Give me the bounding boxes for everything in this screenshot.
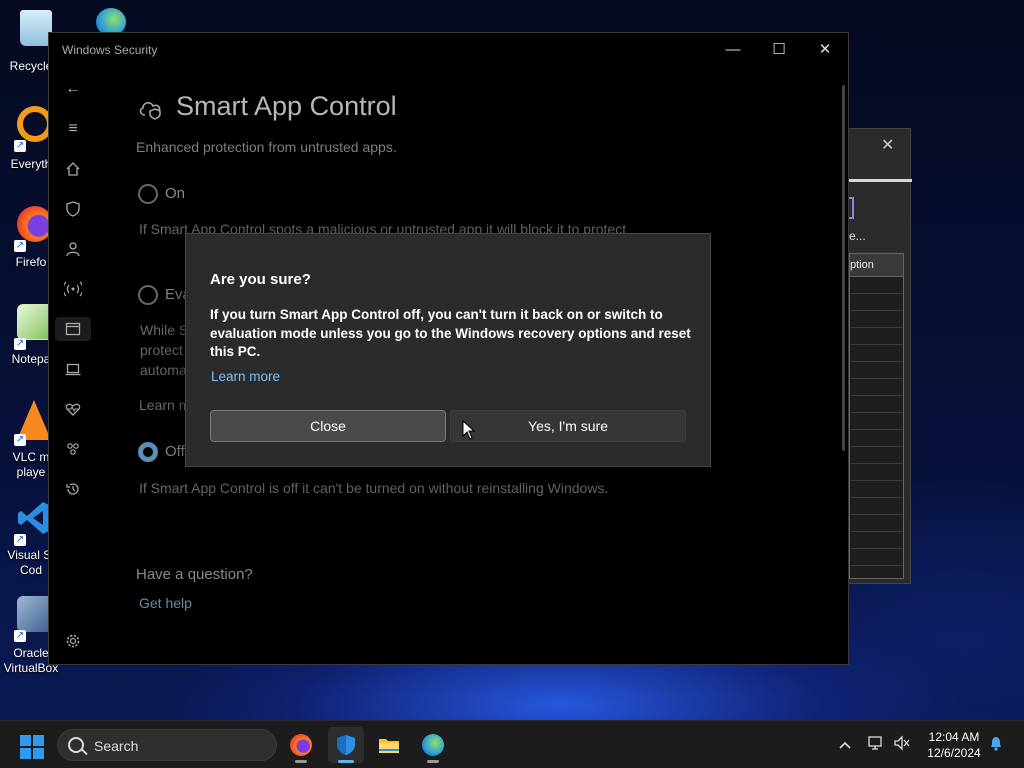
settings-gear-icon[interactable]: [61, 629, 85, 653]
network-monitor-icon[interactable]: [866, 735, 886, 755]
radio-on[interactable]: [138, 184, 158, 204]
running-indicator: [427, 760, 439, 763]
table-rows[interactable]: [849, 277, 904, 579]
search-icon: [68, 737, 84, 753]
close-button[interactable]: Close: [210, 410, 446, 442]
option-off-label: Off: [165, 443, 185, 460]
minimize-button[interactable]: —: [710, 33, 756, 67]
taskbar-app-network[interactable]: [415, 727, 451, 763]
radio-evaluation[interactable]: [138, 285, 158, 305]
close-icon[interactable]: ✕: [881, 135, 894, 155]
chevron-up-icon[interactable]: [835, 735, 855, 755]
firefox-icon: [290, 734, 312, 756]
system-clock[interactable]: 12:04 AM 12/6/2024: [920, 729, 988, 761]
running-indicator: [295, 760, 307, 763]
question-heading: Have a question?: [136, 566, 253, 583]
maximize-button[interactable]: ☐: [756, 33, 802, 67]
windows-security-icon: [337, 735, 355, 755]
cloud-shield-icon: [138, 96, 164, 120]
shield-icon[interactable]: [61, 197, 85, 221]
network-app-icon: [422, 734, 444, 756]
heart-pulse-icon[interactable]: [61, 397, 85, 421]
shortcut-arrow-icon: ↗: [14, 240, 26, 252]
window-title: Windows Security: [62, 43, 158, 57]
shortcut-arrow-icon: ↗: [14, 534, 26, 546]
title-bar[interactable]: Windows Security — ☐ ✕: [49, 33, 848, 67]
history-icon[interactable]: [61, 477, 85, 501]
learn-more-link[interactable]: Learn m: [139, 397, 190, 413]
shortcut-arrow-icon: ↗: [14, 630, 26, 642]
desktop-icon-browser[interactable]: [92, 4, 132, 36]
windows-logo-icon: [33, 735, 44, 746]
windows-logo-icon: [33, 748, 44, 759]
shortcut-arrow-icon: ↗: [14, 434, 26, 446]
shortcut-arrow-icon: ↗: [14, 140, 26, 152]
back-arrow-icon[interactable]: ←: [61, 77, 85, 101]
table-column-header[interactable]: ption: [849, 253, 904, 277]
wireless-icon[interactable]: [61, 277, 85, 301]
background-window-text: e...: [849, 229, 866, 243]
taskbar-app-firefox[interactable]: [283, 727, 319, 763]
clock-time: 12:04 AM: [928, 730, 980, 744]
family-icon[interactable]: [61, 437, 85, 461]
windows-logo-icon: [20, 735, 31, 746]
close-button[interactable]: ✕: [802, 33, 848, 67]
page-subtitle: Enhanced protection from untrusted apps.: [136, 139, 397, 155]
person-icon[interactable]: [61, 237, 85, 261]
search-label: Search: [94, 738, 139, 754]
laptop-icon[interactable]: [61, 357, 85, 381]
page-title: Smart App Control: [176, 91, 397, 121]
background-window[interactable]: ✕ e... ption: [845, 128, 912, 584]
dialog-learn-more-link[interactable]: Learn more: [211, 369, 280, 384]
shortcut-arrow-icon: ↗: [14, 338, 26, 350]
confirm-button[interactable]: Yes, I'm sure: [450, 410, 686, 442]
dialog-body: If you turn Smart App Control off, you c…: [210, 307, 691, 359]
running-indicator: [338, 760, 354, 763]
taskbar: Search 12:04 AM 12/6/2024: [0, 720, 1024, 768]
get-help-link[interactable]: Get help: [139, 595, 192, 611]
taskbar-app-windows-security[interactable]: [328, 727, 364, 763]
mouse-cursor-icon: [462, 420, 476, 440]
notification-bell-icon[interactable]: [986, 735, 1006, 755]
option-off-description: If Smart App Control is off it can't be …: [139, 480, 609, 496]
app-browser-control-icon[interactable]: [55, 317, 91, 341]
radio-off[interactable]: [138, 442, 158, 462]
file-explorer-icon: [379, 739, 399, 753]
divider: [849, 179, 912, 182]
start-button[interactable]: [20, 735, 44, 759]
scrollbar[interactable]: [842, 85, 845, 451]
home-icon[interactable]: [61, 157, 85, 181]
dialog-title: Are you sure?: [210, 271, 311, 288]
hamburger-menu-icon[interactable]: ≡: [61, 117, 85, 141]
volume-muted-icon[interactable]: [892, 735, 912, 755]
windows-logo-icon: [20, 748, 31, 759]
clock-date: 12/6/2024: [927, 746, 981, 760]
confirm-dialog: Are you sure? If you turn Smart App Cont…: [185, 233, 711, 467]
option-on-label: On: [165, 185, 186, 202]
taskbar-search-box[interactable]: Search: [57, 729, 277, 761]
taskbar-app-file-explorer[interactable]: [371, 727, 407, 763]
